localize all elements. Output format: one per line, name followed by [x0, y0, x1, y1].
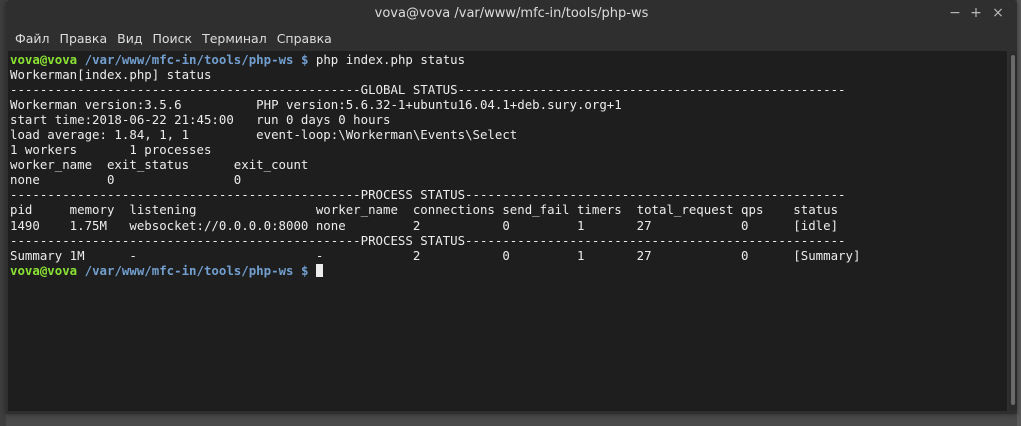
active-prompt-line[interactable]: vova@vova /var/www/mfc-in/tools/php-ws $ — [10, 263, 860, 278]
terminal-output-line: load average: 1.84, 1, 1 event-loop:\Wor… — [10, 127, 518, 143]
close-button[interactable]: × — [989, 4, 1007, 22]
terminal-output-line: worker_name exit_status exit_count — [10, 157, 309, 173]
terminal-output-line: Workerman[index.php] status — [10, 67, 212, 83]
menu-bar: Файл Правка Вид Поиск Терминал Справка — [6, 28, 1017, 50]
window-title: vova@vova /var/www/mfc-in/tools/php-ws — [374, 6, 649, 21]
prompt-user: vova@vova — [10, 262, 78, 278]
menu-item[interactable]: Файл — [10, 28, 55, 50]
terminal-output-line: Workerman version:3.5.6 PHP version:5.6.… — [10, 97, 622, 113]
terminal-output-area[interactable]: vova@vova /var/www/mfc-in/tools/php-ws $… — [8, 51, 1007, 411]
terminal-window: vova@vova /var/www/mfc-in/tools/php-ws −… — [6, 0, 1017, 414]
menu-item[interactable]: Поиск — [147, 28, 197, 50]
terminal-output-line: 1 workers 1 processes — [10, 142, 212, 158]
menu-item[interactable]: Терминал — [197, 28, 272, 50]
terminal-output-line: none 0 0 — [10, 172, 242, 188]
scrollbar-thumb[interactable] — [1011, 55, 1015, 405]
maximize-button[interactable]: + — [967, 4, 985, 22]
terminal-output-line: ----------------------------------------… — [10, 232, 846, 248]
background-window-edge-right — [1017, 0, 1021, 426]
menu-item[interactable]: Вид — [112, 28, 147, 50]
prompt-user: vova@vova — [10, 52, 78, 67]
terminal-output-line: 1490 1.75M websocket://0.0.0.0:8000 none… — [10, 217, 839, 233]
terminal-output-line: Summary 1M - - 2 0 1 27 0 [Summary] — [10, 247, 861, 263]
prompt-symbol: $ — [300, 52, 309, 67]
menu-item[interactable]: Правка — [55, 28, 113, 50]
menu-item[interactable]: Справка — [272, 28, 337, 50]
minimize-button[interactable]: − — [946, 4, 964, 22]
terminal-output-line: ----------------------------------------… — [10, 187, 846, 203]
terminal-output-line: pid memory listening worker_name connect… — [10, 202, 839, 218]
prompt-path: /var/www/mfc-in/tools/php-ws — [84, 262, 294, 278]
text-cursor — [315, 263, 323, 277]
command-text: php index.php status — [315, 52, 466, 67]
terminal-output-line: ----------------------------------------… — [10, 82, 846, 98]
command-prompt-line: vova@vova /var/www/mfc-in/tools/php-ws $… — [10, 52, 860, 67]
title-bar[interactable]: vova@vova /var/www/mfc-in/tools/php-ws −… — [6, 0, 1017, 28]
terminal-scrollbar[interactable] — [1009, 51, 1017, 411]
prompt-path: /var/www/mfc-in/tools/php-ws — [84, 52, 294, 67]
prompt-symbol: $ — [300, 262, 309, 278]
terminal-output-line: start time:2018-06-22 21:45:00 run 0 day… — [10, 112, 391, 128]
